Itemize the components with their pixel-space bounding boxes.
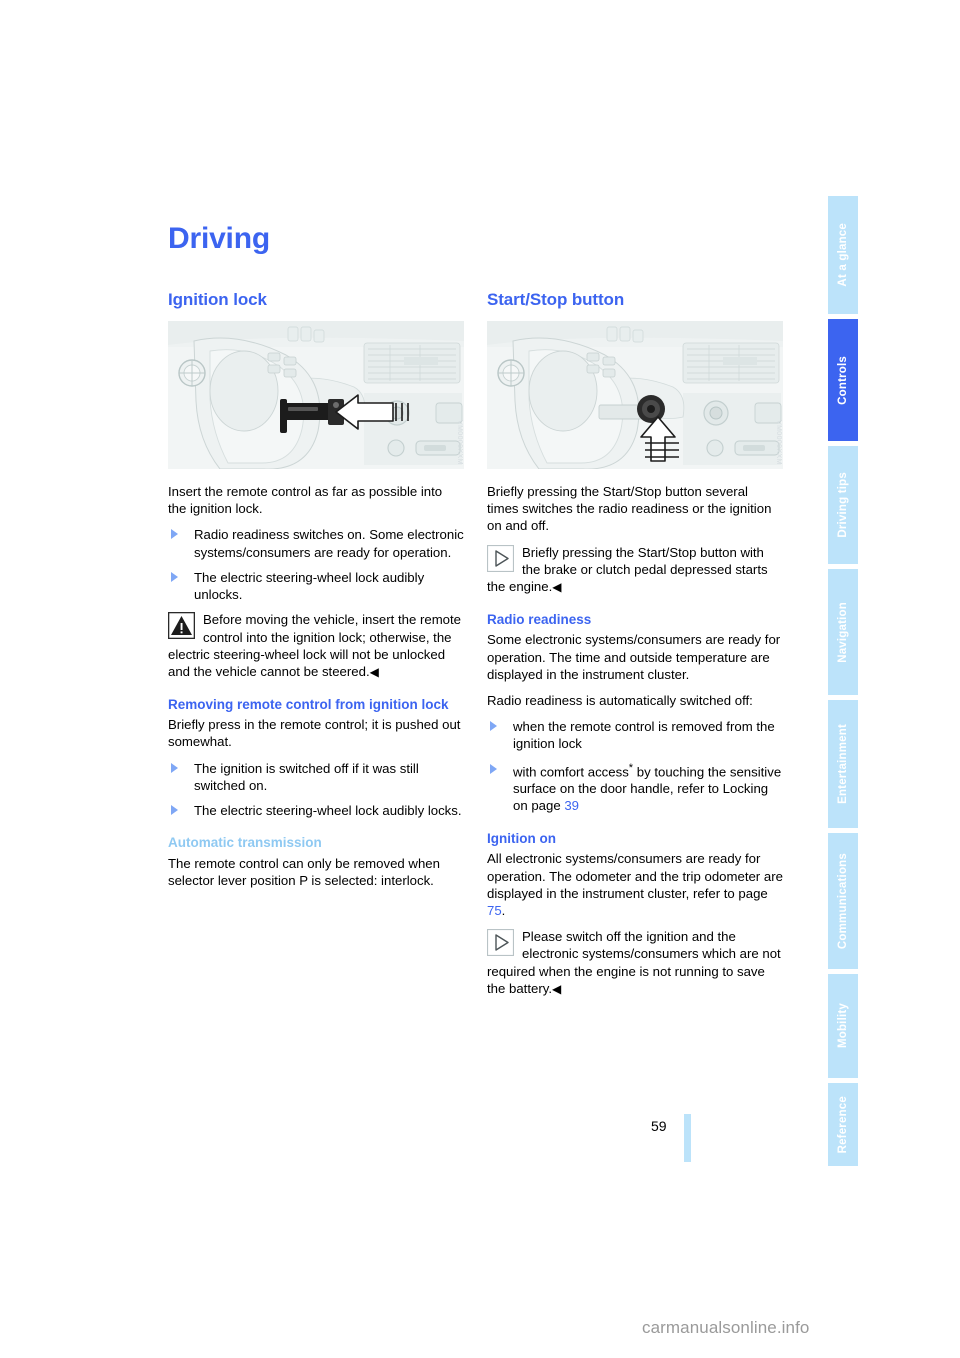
site-watermark: carmanualsonline.info <box>642 1318 810 1337</box>
subsection-heading-removing-remote: Removing remote control from ignition lo… <box>168 696 449 712</box>
sidebar-item-controls[interactable]: Controls <box>828 319 858 441</box>
list-item: when the remote control is removed from … <box>487 718 783 752</box>
bullet-list-ignition-insert: Radio readiness switches on. Some electr… <box>168 526 464 603</box>
triangle-bullet-icon <box>490 763 497 774</box>
list-item: The ignition is switched off if it was s… <box>168 760 464 794</box>
sidebar-item-label: Communications <box>837 852 849 950</box>
list-item: with comfort access* by touching the sen… <box>487 761 783 815</box>
page-link-39[interactable]: 39 <box>564 798 579 813</box>
page-number: 59 <box>651 1118 667 1134</box>
triangle-bullet-icon <box>171 529 178 540</box>
ignition-on-paragraph: All electronic systems/consumers are rea… <box>487 850 783 919</box>
warning-note: Before moving the vehicle, insert the re… <box>167 611 464 680</box>
info-note-save-battery: Please switch off the ignition and the e… <box>486 928 783 997</box>
triangle-bullet-icon <box>490 721 497 732</box>
automatic-transmission-text: The remote control can only be removed w… <box>168 855 440 889</box>
sidebar-item-mobility[interactable]: Mobility <box>828 974 858 1078</box>
ignition-on-text-after: . <box>501 902 506 918</box>
chapter-tab-strip: At a glance Controls Driving tips Navigatio… <box>828 196 858 1166</box>
list-item-label: The ignition is switched off if it was s… <box>194 760 419 793</box>
sidebar-item-label: Controls <box>837 355 849 405</box>
sidebar-item-at-a-glance[interactable]: At a glance <box>828 196 858 314</box>
list-item-label: The electric steering-wheel lock audibly… <box>194 569 425 603</box>
sidebar-item-label: Reference <box>837 1095 849 1154</box>
subsection-heading-ignition-on: Ignition on <box>487 830 556 846</box>
warning-triangle-icon <box>167 612 196 640</box>
start-stop-intro: Briefly pressing the Start/Stop button s… <box>487 484 772 534</box>
sidebar-item-label: Mobility <box>837 1003 849 1049</box>
page-title: Driving <box>168 222 270 255</box>
bullet-list-removing-remote: The ignition is switched off if it was s… <box>168 760 464 820</box>
list-item-label-before: with comfort access <box>513 764 629 780</box>
manual-page: Driving Ignition lock VM0000XXM Insert t… <box>0 0 960 1358</box>
list-item-label: when the remote control is removed from … <box>513 719 775 752</box>
end-mark: ◀ <box>369 664 379 679</box>
sidebar-item-reference[interactable]: Reference <box>828 1083 858 1166</box>
sidebar-item-driving-tips[interactable]: Driving tips <box>828 446 858 564</box>
sidebar-item-communications[interactable]: Communications <box>828 833 858 969</box>
info-triangle-icon <box>486 544 515 572</box>
warning-note-text: Before moving the vehicle, insert the re… <box>168 612 462 679</box>
triangle-bullet-icon <box>171 762 178 773</box>
figure-watermark: VM0000XXM <box>775 420 782 465</box>
end-mark: ◀ <box>552 981 562 996</box>
figure-ignition-lock: VM0000XXM <box>168 321 464 469</box>
triangle-bullet-icon <box>171 805 178 816</box>
bullet-list-radio-readiness: when the remote control is removed from … <box>487 718 783 814</box>
list-item: The electric steering-wheel lock audibly… <box>168 569 464 603</box>
info-note-text: Please switch off the ignition and the e… <box>487 929 781 996</box>
right-column: Start/Stop button VM0000XXM Briefly pres… <box>486 290 783 1006</box>
radio-readiness-para1: Some electronic systems/consumers are re… <box>487 632 781 682</box>
info-triangle-icon <box>486 929 515 957</box>
sidebar-item-label: Entertainment <box>837 724 849 804</box>
info-note-text: Briefly pressing the Start/Stop button w… <box>487 544 768 595</box>
left-column: Ignition lock VM0000XXM Insert the remot… <box>167 290 464 898</box>
sidebar-item-navigation[interactable]: Navigation <box>828 569 858 695</box>
subsection-heading-radio-readiness: Radio readiness <box>487 611 592 627</box>
page-link-75[interactable]: 75 <box>487 903 502 918</box>
intro-paragraph: Insert the remote control as far as poss… <box>168 484 443 517</box>
footer-accent-bar <box>684 1114 691 1162</box>
triangle-bullet-icon <box>171 571 178 582</box>
section-heading-ignition-lock: Ignition lock <box>168 290 267 309</box>
sidebar-item-entertainment[interactable]: Entertainment <box>828 700 858 828</box>
sidebar-item-label: Driving tips <box>837 472 849 538</box>
info-note-start-engine: Briefly pressing the Start/Stop button w… <box>486 544 783 596</box>
list-item: Radio readiness switches on. Some electr… <box>168 526 464 560</box>
section-heading-start-stop-button: Start/Stop button <box>487 290 625 309</box>
list-item-label: The electric steering-wheel lock audibly… <box>194 803 462 819</box>
sidebar-item-label: Navigation <box>837 601 849 663</box>
end-mark: ◀ <box>552 580 562 595</box>
ignition-on-text-before: All electronic systems/consumers are rea… <box>487 851 783 901</box>
figure-watermark: VM0000XXM <box>456 420 463 465</box>
figure-start-stop-button: VM0000XXM <box>487 321 783 469</box>
radio-readiness-para2: Radio readiness is automatically switche… <box>487 693 753 708</box>
subsection-heading-automatic-transmission: Automatic transmission <box>168 835 322 851</box>
sidebar-item-label: At a glance <box>837 223 849 287</box>
removing-remote-intro: Briefly press in the remote control; it … <box>168 717 461 750</box>
list-item-label: Radio readiness switches on. Some electr… <box>194 527 464 560</box>
list-item: The electric steering-wheel lock audibly… <box>168 802 464 819</box>
